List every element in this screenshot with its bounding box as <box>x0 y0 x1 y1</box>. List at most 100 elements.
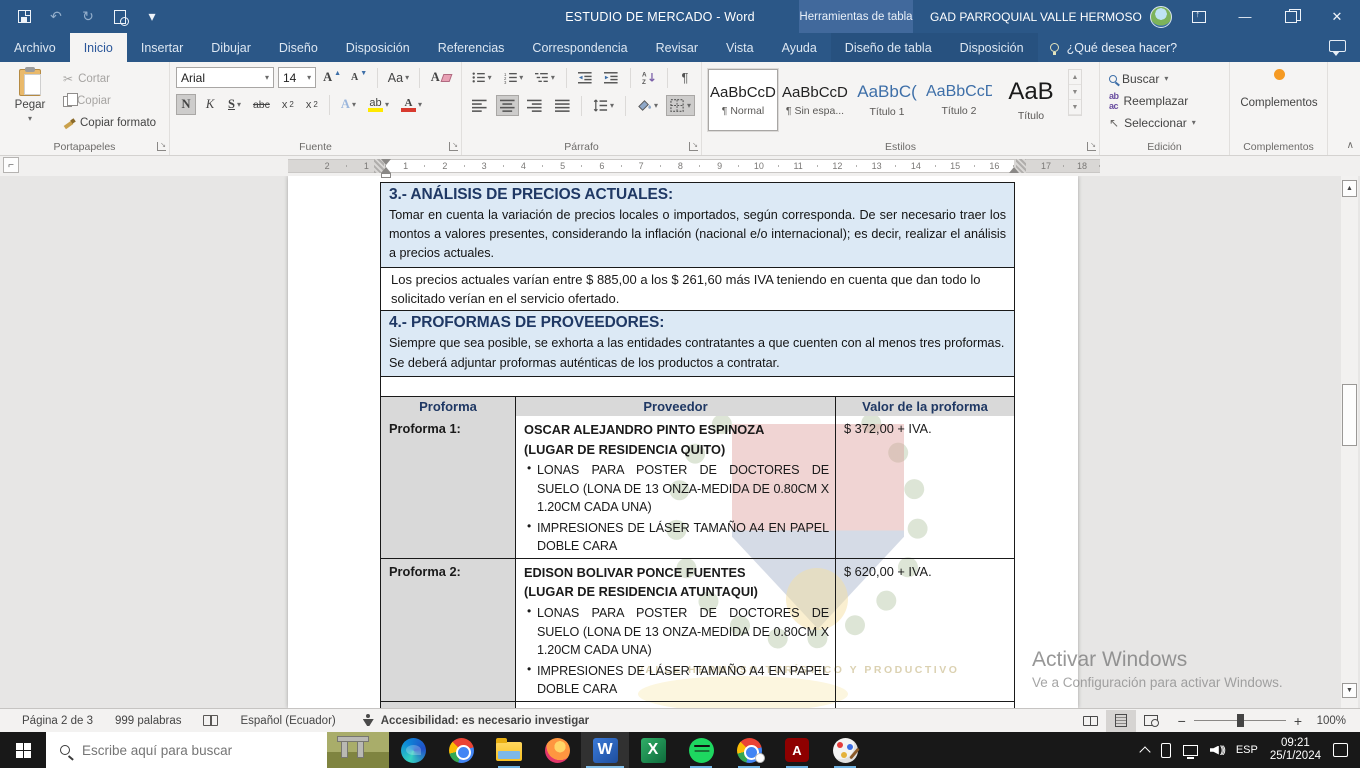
shading-button[interactable]: ▾ <box>633 95 662 116</box>
style-item[interactable]: AaB Título <box>996 69 1066 131</box>
taskbar-search[interactable] <box>46 732 389 768</box>
tell-me-box[interactable]: ¿Qué desea hacer? <box>1038 33 1190 62</box>
restore-button[interactable] <box>1268 0 1314 33</box>
ribbon-tab[interactable]: Archivo <box>0 33 70 62</box>
left-indent-marker[interactable] <box>381 173 391 178</box>
ribbon-tab[interactable]: Inicio <box>69 33 127 62</box>
taskbar-icon-paint[interactable] <box>821 732 869 768</box>
increase-indent-button[interactable] <box>600 67 623 88</box>
page-indicator[interactable]: Página 2 de 3 <box>22 715 93 727</box>
style-item[interactable]: AaBbCcD Título 2 <box>924 69 994 131</box>
ribbon-tab[interactable]: Disposición <box>945 33 1038 62</box>
print-layout-button[interactable] <box>1105 709 1136 732</box>
taskbar-icon-excel[interactable]: X <box>629 732 677 768</box>
scrollbar-thumb[interactable] <box>1342 384 1357 446</box>
multilevel-list-button[interactable]: ▾ <box>531 67 559 88</box>
find-button[interactable]: Buscar ▾ <box>1106 69 1223 88</box>
web-layout-button[interactable] <box>1136 710 1166 732</box>
ribbon-tab[interactable]: Insertar <box>127 33 197 62</box>
bold-button[interactable]: N <box>176 94 196 115</box>
save-icon[interactable] <box>16 9 32 25</box>
ribbon-tab[interactable]: Correspondencia <box>518 33 641 62</box>
font-dialog-launcher[interactable]: ↘ <box>449 142 458 151</box>
paragraph-dialog-launcher[interactable]: ↘ <box>689 142 698 151</box>
strikethrough-button[interactable]: abc <box>249 94 274 115</box>
ribbon-tab[interactable]: Revisar <box>642 33 712 62</box>
minimize-button[interactable]: — <box>1222 0 1268 33</box>
tab-selector[interactable]: ⌐ <box>3 157 19 173</box>
table-row[interactable]: Proforma 2: EDISON BOLIVAR PONCE FUENTES… <box>381 557 1014 701</box>
zoom-out-icon[interactable]: − <box>1178 713 1186 729</box>
ribbon-tab[interactable]: Ayuda <box>768 33 831 62</box>
change-case-button[interactable]: Aa ▾ <box>385 67 412 88</box>
taskbar-icon-firefox[interactable] <box>533 732 581 768</box>
italic-button[interactable]: K <box>200 94 220 115</box>
proofing-icon[interactable] <box>203 715 219 726</box>
styles-more-icon[interactable]: ▼ <box>1069 100 1081 115</box>
justify-button[interactable] <box>551 95 575 116</box>
underline-button[interactable]: S ▾ <box>224 94 245 115</box>
first-line-indent-marker[interactable] <box>381 159 391 165</box>
zoom-slider-thumb[interactable] <box>1236 713 1244 727</box>
your-phone-icon[interactable] <box>1160 742 1171 758</box>
align-left-button[interactable] <box>468 95 492 116</box>
customize-qat-icon[interactable]: ▾ <box>144 8 160 25</box>
taskbar-icon-file-explorer[interactable] <box>485 732 533 768</box>
font-family-select[interactable]: Arial ▾ <box>176 67 274 88</box>
show-paragraph-marks-button[interactable]: ¶ <box>675 67 695 88</box>
tray-expand-icon[interactable] <box>1139 745 1151 758</box>
superscript-button[interactable]: x2 <box>302 94 322 115</box>
print-preview-icon[interactable] <box>112 9 129 26</box>
word-count[interactable]: 999 palabras <box>115 715 182 727</box>
ribbon-tab[interactable]: Dibujar <box>197 33 265 62</box>
select-button[interactable]: ↖ Seleccionar ▾ <box>1106 113 1223 132</box>
notification-center-icon[interactable] <box>1333 743 1348 757</box>
addins-button[interactable]: Complementos <box>1236 67 1322 135</box>
table-row[interactable]: Proforma 1: OSCAR ALEJANDRO PINTO ESPINO… <box>381 416 1014 558</box>
paste-dropdown-caret[interactable]: ▾ <box>28 114 32 123</box>
cut-button[interactable]: ✂ Cortar <box>60 70 159 88</box>
styles-dialog-launcher[interactable]: ↘ <box>1087 142 1096 151</box>
accessibility-status[interactable]: Accesibilidad: es necesario investigar <box>381 715 589 727</box>
taskbar-icon-chrome-profile[interactable] <box>725 732 773 768</box>
subscript-button[interactable]: x2 <box>278 94 298 115</box>
ribbon-tab[interactable]: Disposición <box>332 33 424 62</box>
bullet-list-button[interactable]: ▾ <box>468 67 496 88</box>
copy-button[interactable]: Copiar <box>60 92 159 110</box>
borders-button[interactable]: ▾ <box>665 95 695 116</box>
style-item[interactable]: AaBbC( Título 1 <box>852 69 922 131</box>
ribbon-tab[interactable]: Vista <box>712 33 768 62</box>
ribbon-tab[interactable]: Diseño <box>265 33 332 62</box>
style-item[interactable]: AaBbCcDc ¶ Sin espa... <box>780 69 850 131</box>
clipboard-dialog-launcher[interactable]: ↘ <box>157 142 166 151</box>
document-table[interactable]: 3.- ANÁLISIS DE PRECIOS ACTUALES: Tomar … <box>380 182 1015 708</box>
redo-icon[interactable]: ↻ <box>80 8 96 25</box>
highlight-button[interactable]: ab ▾ <box>364 94 393 115</box>
clear-formatting-button[interactable]: A <box>427 67 455 88</box>
close-button[interactable]: ✕ <box>1314 0 1360 33</box>
search-input[interactable] <box>82 742 282 758</box>
replace-button[interactable]: ab ac Reemplazar <box>1106 91 1223 111</box>
ribbon-tab[interactable]: Referencias <box>424 33 519 62</box>
sort-button[interactable]: AZ <box>638 67 661 88</box>
scroll-up-icon[interactable]: ▲ <box>1342 180 1357 197</box>
taskbar-icon-chrome[interactable] <box>437 732 485 768</box>
grow-font-button[interactable]: A ▲ <box>320 67 344 88</box>
ribbon-tab[interactable]: Diseño de tabla <box>830 33 946 62</box>
decrease-indent-button[interactable] <box>574 67 597 88</box>
document-page[interactable]: VALLE HERMOSO TURÍSTICO Y PRODUCTIVO 3.-… <box>288 176 1078 708</box>
taskbar-icon-acrobat[interactable]: A <box>773 732 821 768</box>
text-effects-button[interactable]: A ▾ <box>337 94 360 115</box>
format-painter-button[interactable]: Copiar formato <box>60 114 159 132</box>
ruler[interactable]: ⌐ 21 1 2 3 4 5 6 7 8 9 10 11 12 13 14 15 16 17 18 <box>0 156 1360 178</box>
start-button[interactable] <box>0 732 46 768</box>
undo-icon[interactable]: ↶ <box>48 8 64 25</box>
table-row[interactable]: Proforma 3: JAIRO SANTIAGO ROJAS MENA $ … <box>381 700 1014 708</box>
vertical-scrollbar[interactable]: ▲ ▼ <box>1341 176 1358 708</box>
account-area[interactable]: GAD PARROQUIAL VALLE HERMOSO <box>930 0 1172 33</box>
zoom-in-icon[interactable]: + <box>1294 713 1302 729</box>
right-indent-marker[interactable] <box>1009 167 1019 173</box>
line-spacing-button[interactable]: ▾ <box>589 95 618 116</box>
accessibility-icon[interactable] <box>362 714 375 727</box>
zoom-slider[interactable] <box>1193 713 1286 727</box>
